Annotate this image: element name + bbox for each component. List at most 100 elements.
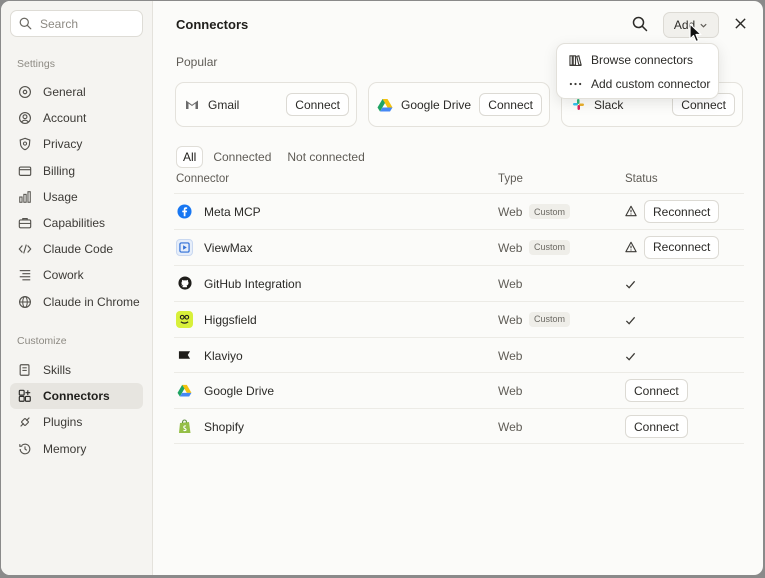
search-input[interactable]: [40, 16, 130, 31]
sidebar-item-account[interactable]: Account: [10, 105, 143, 131]
connector-name: Klaviyo: [204, 348, 243, 363]
connector-type: Web: [498, 420, 523, 435]
card-name: Slack: [594, 97, 624, 112]
settings-nav: General Account Privacy Billing Usage Ca…: [10, 79, 143, 315]
connector-name: Google Drive: [204, 384, 275, 399]
table-row[interactable]: Higgsfield Web Custom: [174, 300, 744, 337]
close-icon[interactable]: [734, 17, 748, 31]
sidebar-item-plugins[interactable]: Plugins: [10, 409, 143, 435]
table-row[interactable]: GitHub Integration Web: [174, 264, 744, 301]
connector-icon: [18, 389, 32, 403]
tab-all[interactable]: All: [176, 146, 204, 168]
list-icon: [18, 268, 32, 282]
tab-not-connected[interactable]: Not connected: [281, 146, 370, 168]
sidebar-item-label: Memory: [43, 441, 87, 456]
connect-button[interactable]: Connect: [625, 415, 688, 439]
page-title: Connectors: [176, 17, 249, 32]
tab-connected[interactable]: Connected: [207, 146, 277, 168]
bar-chart-icon: [18, 190, 32, 204]
settings-window: Settings General Account Privacy Billing…: [1, 1, 763, 575]
sidebar-item-usage[interactable]: Usage: [10, 184, 143, 210]
connector-name: GitHub Integration: [204, 276, 302, 291]
connect-button[interactable]: Connect: [286, 93, 349, 116]
sidebar-item-privacy[interactable]: Privacy: [10, 131, 143, 157]
search-box[interactable]: [10, 10, 143, 37]
menu-item-label: Add custom connector: [591, 77, 711, 91]
table-row[interactable]: Klaviyo Web: [174, 336, 744, 373]
sliders-icon: [18, 85, 32, 99]
table-row[interactable]: Shopify Web Connect: [174, 408, 744, 445]
sidebar-item-label: Account: [43, 111, 87, 126]
sidebar-item-billing[interactable]: Billing: [10, 158, 143, 184]
table-row[interactable]: Meta MCP Web Custom Reconnect: [174, 193, 744, 229]
sidebar-item-claude-code[interactable]: Claude Code: [10, 236, 143, 262]
connector-name: Higgsfield: [204, 312, 257, 327]
sidebar-item-label: Claude in Chrome: [43, 294, 140, 309]
search-icon[interactable]: [632, 16, 650, 34]
sidebar-item-cowork[interactable]: Cowork: [10, 262, 143, 288]
sidebar-item-skills[interactable]: Skills: [10, 357, 143, 383]
plugin-icon: [18, 415, 32, 429]
facebook-icon: [176, 203, 193, 220]
connect-button[interactable]: Connect: [625, 379, 688, 403]
connector-type: Web: [498, 384, 523, 399]
connector-name: Meta MCP: [204, 205, 261, 219]
more-icon: [569, 78, 582, 90]
table-row[interactable]: ViewMax Web Custom Reconnect: [174, 228, 744, 265]
card-icon: [18, 164, 32, 178]
mouse-cursor-icon: [689, 23, 703, 43]
table-row[interactable]: Google Drive Web Connect: [174, 372, 744, 408]
gmail-icon: [183, 96, 201, 114]
sidebar-item-label: Claude Code: [43, 242, 114, 257]
sidebar-item-label: Skills: [43, 363, 72, 378]
popular-card-gmail: Gmail Connect: [175, 82, 357, 127]
menu-item-add-custom-connector[interactable]: Add custom connector: [557, 72, 718, 96]
connector-table: Meta MCP Web Custom Reconnect ViewMax We…: [174, 193, 744, 445]
sidebar-item-connectors[interactable]: Connectors: [10, 383, 143, 410]
shopify-icon: [176, 418, 193, 435]
reconnect-button[interactable]: Reconnect: [644, 235, 720, 259]
check-icon: [625, 314, 637, 326]
google-drive-icon: [176, 382, 193, 399]
sidebar-item-label: Plugins: [43, 415, 83, 430]
custom-badge: Custom: [529, 311, 571, 327]
connector-type: Web: [498, 348, 523, 363]
sidebar-item-label: Privacy: [43, 137, 83, 152]
connect-button[interactable]: Connect: [479, 93, 542, 116]
column-header-connector: Connector: [176, 173, 230, 185]
sidebar-item-label: Billing: [43, 163, 76, 178]
popular-card-google-drive: Google Drive Connect: [368, 82, 550, 127]
klaviyo-icon: [176, 347, 193, 364]
memory-icon: [18, 442, 32, 456]
connector-type: Web: [498, 240, 523, 255]
github-icon: [176, 275, 193, 292]
code-icon: [18, 242, 32, 256]
column-header-status: Status: [625, 173, 658, 185]
menu-item-browse-connectors[interactable]: Browse connectors: [557, 48, 718, 72]
sidebar-item-label: General: [43, 85, 86, 100]
user-circle-icon: [18, 111, 32, 125]
check-icon: [625, 350, 637, 362]
connector-type: Web: [498, 276, 523, 291]
viewmax-icon: [176, 238, 193, 256]
briefcase-icon: [18, 216, 32, 230]
reconnect-button[interactable]: Reconnect: [644, 200, 720, 223]
sidebar: Settings General Account Privacy Billing…: [1, 1, 153, 575]
sidebar-item-label: Capabilities: [43, 216, 106, 231]
column-header-type: Type: [498, 173, 523, 185]
sidebar-item-memory[interactable]: Memory: [10, 436, 143, 462]
add-dropdown-menu: Browse connectors Add custom connector: [556, 43, 719, 99]
library-icon: [569, 54, 582, 66]
sidebar-item-claude-in-chrome[interactable]: Claude in Chrome: [10, 289, 143, 315]
sidebar-item-general[interactable]: General: [10, 79, 143, 105]
search-icon: [19, 17, 32, 30]
customize-section-label: Customize: [17, 335, 67, 347]
higgsfield-icon: [176, 310, 193, 328]
sidebar-item-capabilities[interactable]: Capabilities: [10, 210, 143, 236]
popular-label: Popular: [176, 55, 218, 69]
custom-badge: Custom: [529, 204, 571, 219]
settings-section-label: Settings: [17, 58, 55, 70]
sidebar-item-label: Cowork: [43, 268, 84, 283]
globe-icon: [18, 295, 32, 309]
book-icon: [18, 363, 32, 377]
